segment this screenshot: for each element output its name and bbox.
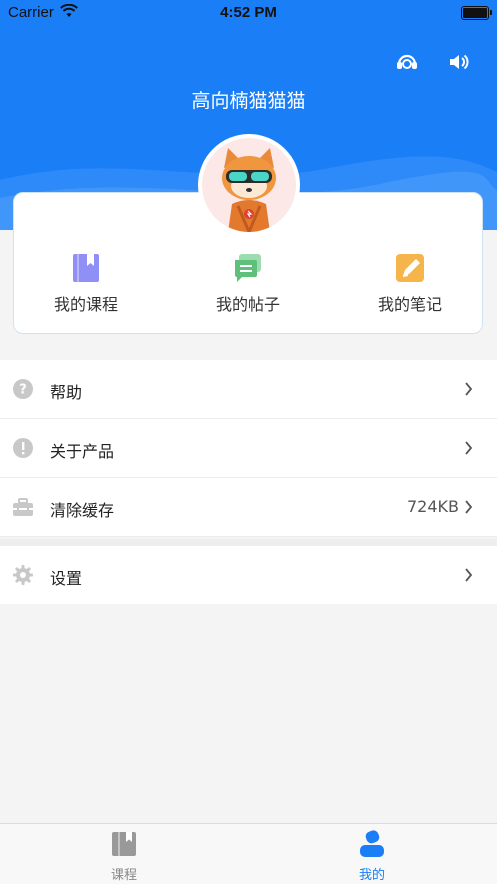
chat-bubbles-icon xyxy=(235,254,261,282)
svg-text:?: ? xyxy=(19,383,27,398)
avatar[interactable] xyxy=(198,134,300,236)
tab-courses[interactable]: 课程 xyxy=(84,830,164,883)
tab-label: 课程 xyxy=(110,868,137,883)
book-icon xyxy=(112,832,136,856)
quick-action-label: 我的笔记 xyxy=(377,295,442,314)
battery-tip xyxy=(490,10,492,15)
tab-label: 我的 xyxy=(358,868,385,883)
menu-row-label: 清除缓存 xyxy=(50,501,115,520)
menu-row-label: 关于产品 xyxy=(50,442,115,461)
chevron-right-icon xyxy=(465,500,473,514)
menu-row-about[interactable]: 关于产品 xyxy=(0,419,497,478)
quick-action-label: 我的帖子 xyxy=(215,295,280,314)
quick-action-my-posts[interactable]: 我的帖子 xyxy=(188,253,308,315)
menu-row-label: 帮助 xyxy=(50,383,83,402)
menu-list: ? 帮助 关于产品 清除缓存 724KB xyxy=(0,360,497,537)
tab-bar: 课程 我的 xyxy=(0,823,497,884)
bookmark-book-icon xyxy=(73,254,99,282)
tab-mine[interactable]: 我的 xyxy=(332,830,412,883)
person-icon xyxy=(360,830,384,857)
quick-action-label: 我的课程 xyxy=(53,295,118,314)
menu-row-settings[interactable]: 设置 xyxy=(0,546,497,605)
chevron-right-icon xyxy=(465,568,473,582)
clock-label: 4:52 PM xyxy=(220,4,277,21)
battery-icon xyxy=(461,6,489,20)
menu-row-clear-cache[interactable]: 清除缓存 724KB xyxy=(0,478,497,537)
menu-row-label: 设置 xyxy=(50,569,83,588)
quick-action-my-notes[interactable]: 我的笔记 xyxy=(350,253,470,315)
section-divider xyxy=(0,539,497,546)
toolbox-icon xyxy=(13,498,33,516)
headset-icon[interactable] xyxy=(395,50,419,74)
cache-size-value: 724KB xyxy=(406,497,459,516)
shiba-avatar-icon xyxy=(222,148,276,232)
info-exclamation-icon xyxy=(13,438,33,458)
question-icon: ? xyxy=(13,379,33,399)
notepad-pen-icon xyxy=(396,254,424,282)
chevron-right-icon xyxy=(465,382,473,396)
quick-action-my-courses[interactable]: 我的课程 xyxy=(26,253,146,315)
menu-row-help[interactable]: ? 帮助 xyxy=(0,360,497,419)
menu-list-settings: 设置 xyxy=(0,546,497,604)
speaker-icon[interactable] xyxy=(447,50,471,74)
username-label[interactable]: 高向楠猫猫猫 xyxy=(0,86,497,113)
gear-icon xyxy=(13,565,33,585)
chevron-right-icon xyxy=(465,441,473,455)
status-bar: Carrier 4:52 PM xyxy=(0,0,497,26)
